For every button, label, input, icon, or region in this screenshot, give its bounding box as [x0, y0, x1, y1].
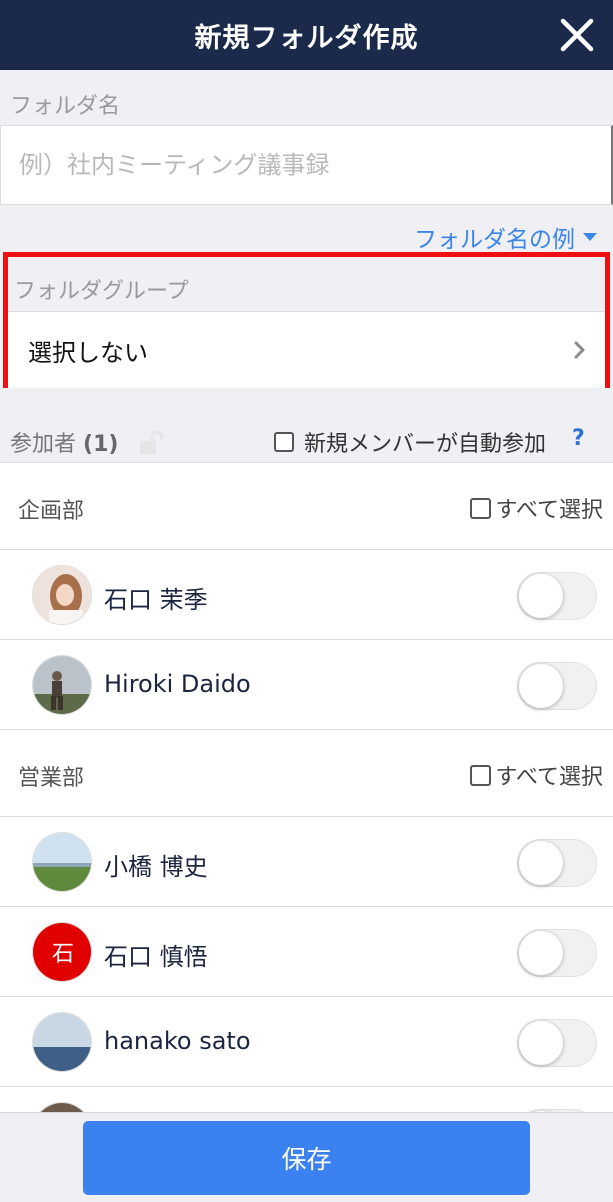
- member-row: Hiroki Daido: [0, 640, 613, 730]
- folder-group-label: フォルダグループ: [14, 279, 189, 304]
- member-row: 石口 茉季: [0, 550, 613, 640]
- avatar: 石: [32, 922, 92, 982]
- select-all-label: すべて選択: [495, 498, 603, 523]
- select-all-checkbox[interactable]: すべて選択: [470, 759, 603, 791]
- toggle-knob: [519, 574, 563, 618]
- checkbox-icon: [470, 764, 492, 786]
- folder-name-example-label: フォルダ名の例: [414, 227, 575, 253]
- close-icon: [560, 18, 594, 52]
- member-name: 石口 茉季: [104, 586, 208, 614]
- page-title: 新規フォルダ作成: [194, 22, 419, 54]
- folder-name-example-link[interactable]: フォルダ名の例: [414, 220, 597, 254]
- folder-group-section: フォルダグループ 選択しない: [3, 252, 610, 388]
- member-row: hanako sato: [0, 997, 613, 1087]
- chevron-right-icon: [574, 341, 585, 359]
- select-all-checkbox[interactable]: すべて選択: [470, 492, 603, 524]
- member-row: 小橋 博史: [0, 817, 613, 907]
- member-row: 石 石口 慎悟: [0, 907, 613, 997]
- participants-count: (1): [83, 432, 119, 457]
- select-all-label: すべて選択: [495, 765, 603, 790]
- avatar: [32, 1012, 92, 1072]
- save-button[interactable]: 保存: [83, 1121, 530, 1195]
- avatar: [32, 655, 92, 715]
- member-name: 石口 慎悟: [104, 943, 208, 971]
- member-toggle[interactable]: [517, 839, 597, 887]
- member-name: Hiroki Daido: [104, 670, 251, 698]
- department-header: 企画部 すべて選択: [0, 463, 613, 550]
- help-icon[interactable]: ?: [572, 426, 585, 451]
- department-header: 営業部 すべて選択: [0, 730, 613, 817]
- member-toggle[interactable]: [517, 662, 597, 710]
- member-toggle[interactable]: [517, 1019, 597, 1067]
- toggle-knob: [519, 841, 563, 885]
- participants-label: 参加者 (1): [10, 426, 118, 458]
- toggle-knob: [519, 664, 563, 708]
- member-name: 小橋 博史: [104, 853, 208, 881]
- folder-name-label: フォルダ名: [10, 94, 121, 119]
- avatar: [32, 832, 92, 892]
- toggle-knob: [519, 1021, 563, 1065]
- department-name: 営業部: [18, 766, 85, 791]
- avatar: [32, 565, 92, 625]
- unlock-icon[interactable]: [138, 430, 166, 456]
- department-name: 企画部: [18, 499, 85, 524]
- triangle-down-icon: [583, 233, 597, 241]
- avatar-initial: 石: [52, 942, 74, 967]
- folder-group-value: 選択しない: [28, 338, 148, 367]
- checkbox-icon: [470, 497, 492, 519]
- participants-header: 参加者 (1) 新規メンバーが自動参加 ?: [0, 410, 613, 462]
- checkbox-icon: [274, 432, 294, 452]
- folder-name-input[interactable]: [0, 125, 613, 205]
- close-button[interactable]: [555, 13, 599, 57]
- folder-group-selector[interactable]: 選択しない: [8, 311, 605, 388]
- member-toggle[interactable]: [517, 572, 597, 620]
- participants-title: 参加者: [10, 432, 77, 457]
- auto-join-label: 新規メンバーが自動参加: [304, 432, 547, 457]
- toggle-knob: [519, 931, 563, 975]
- member-toggle[interactable]: [517, 929, 597, 977]
- member-name: hanako sato: [104, 1027, 251, 1055]
- auto-join-checkbox[interactable]: 新規メンバーが自動参加: [274, 426, 546, 458]
- header-bar: 新規フォルダ作成: [0, 0, 613, 70]
- member-list: 企画部 すべて選択 石口 茉季 Hiroki Daido 営業部 すべて選択 小…: [0, 462, 613, 1177]
- footer-bar: 保存: [0, 1112, 613, 1202]
